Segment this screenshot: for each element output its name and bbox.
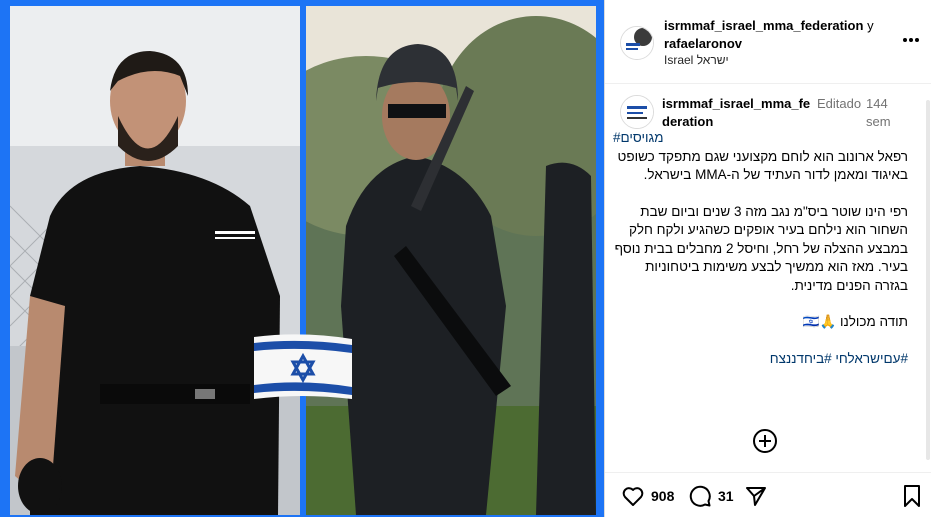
plus-circle-icon[interactable] [752, 428, 778, 454]
heart-icon [622, 487, 644, 506]
post-image[interactable] [0, 0, 604, 517]
post-sidebar: isrmmaf_israel_mma_federation y rafaelar… [604, 0, 931, 517]
edited-label: Editado [817, 96, 862, 111]
caption-paragraph-2: רפי הינו שוטר ביס"מ נגב מזה 3 שנים וביום… [614, 203, 908, 293]
comment-button[interactable]: 31 [688, 484, 734, 508]
caption-paragraph-1: רפאל ארונוב הוא לוחם מקצועני שגם מתפקד כ… [617, 148, 908, 183]
caption-username[interactable]: isrmmaf_israel_mma_federation [662, 95, 812, 131]
hashtags-bottom[interactable]: #עםישראלחי #ביחדננצח [613, 350, 908, 369]
hashtag-recruits[interactable]: #מגויסים [613, 129, 908, 148]
post-header: isrmmaf_israel_mma_federation y rafaelar… [605, 0, 931, 84]
comment-count[interactable]: 31 [718, 488, 734, 504]
caption-avatar[interactable] [620, 95, 654, 129]
like-button[interactable]: 908 [621, 484, 674, 508]
author-username[interactable]: isrmmaf_israel_mma_federation [664, 18, 863, 33]
post-location[interactable]: Israel ישראל [664, 53, 729, 67]
post-time[interactable]: 144 sem [866, 95, 906, 131]
save-button[interactable] [901, 484, 923, 508]
like-count[interactable]: 908 [651, 488, 674, 504]
caption-area: isrmmaf_israel_mma_federation Editado 14… [605, 84, 931, 472]
scrollbar[interactable] [926, 100, 930, 460]
share-icon [746, 487, 766, 506]
post-authors: isrmmaf_israel_mma_federation y rafaelar… [664, 17, 896, 53]
caption-thanks: תודה מכולנו 🙏🇮🇱 [802, 314, 908, 329]
more-horizontal-icon[interactable] [901, 30, 921, 50]
comment-icon [689, 485, 711, 507]
caption-text: #מגויסים רפאל ארונוב הוא לוחם מקצועני שג… [613, 129, 908, 369]
author-connector: y [867, 18, 874, 33]
action-bar: 908 31 [605, 472, 931, 518]
israel-flag-sticker [252, 333, 354, 403]
coauthor-username[interactable]: rafaelaronov [664, 36, 742, 51]
share-button[interactable] [744, 484, 768, 508]
photo-officer [306, 6, 596, 515]
bookmark-icon [904, 485, 920, 507]
photo-referee [10, 6, 300, 515]
avatar[interactable] [620, 26, 654, 60]
